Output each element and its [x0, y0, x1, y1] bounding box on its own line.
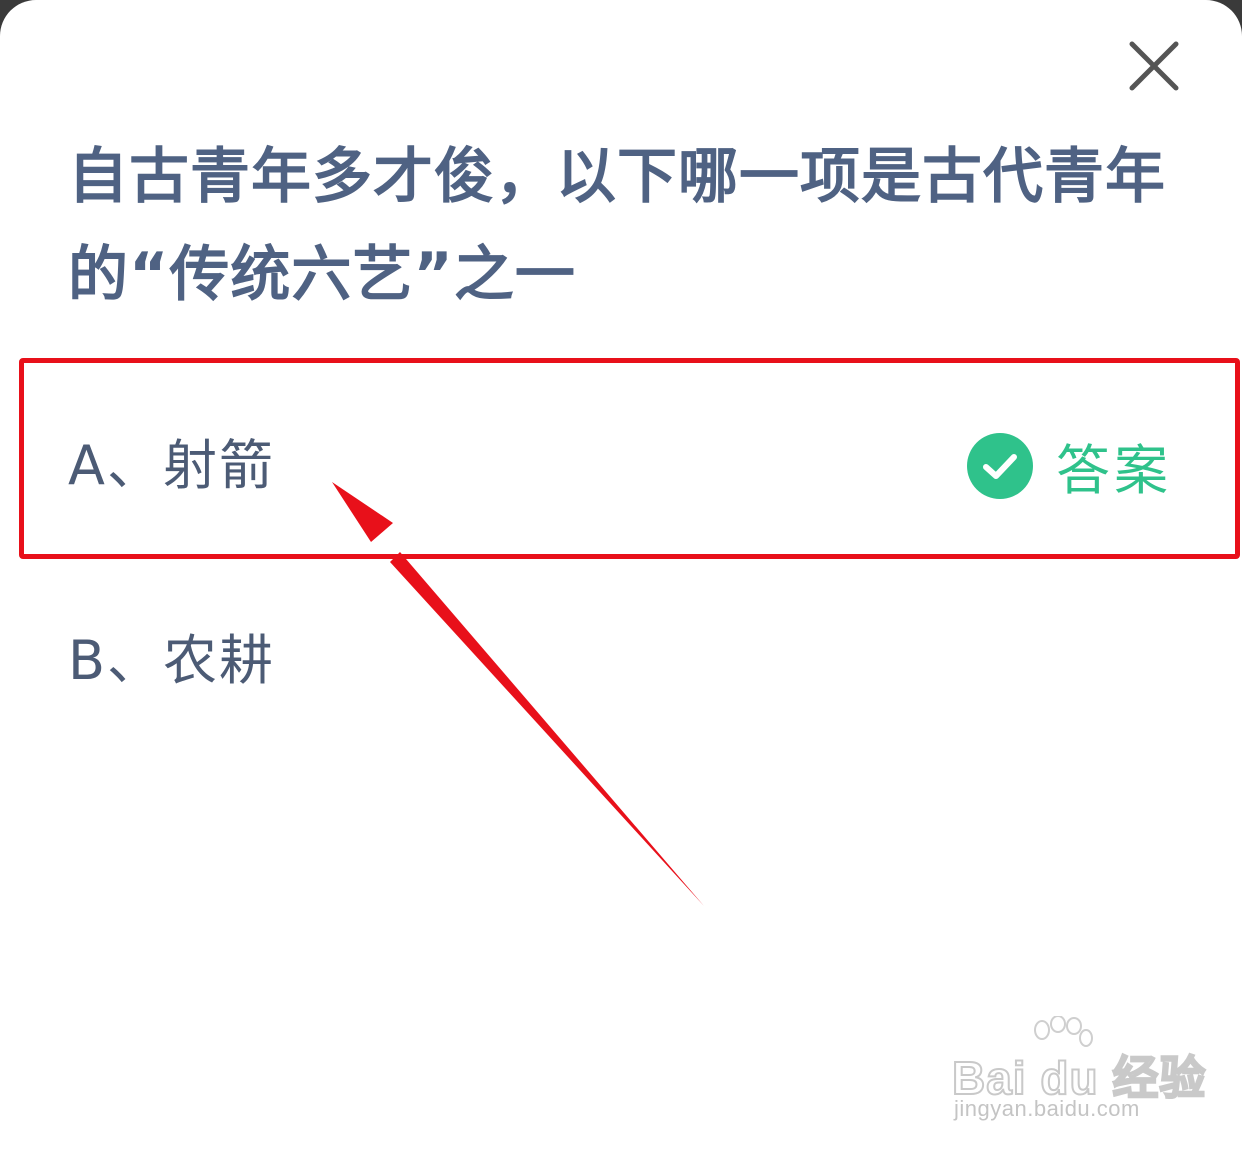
- answer-label: 答案: [1056, 439, 1172, 502]
- option-b-label: B、农耕: [68, 628, 276, 692]
- option-b[interactable]: B、农耕: [68, 615, 1178, 695]
- option-a[interactable]: A、射箭 答案: [68, 420, 1178, 502]
- baidu-jingyan-watermark: Bai du 经验 jingyan.baidu.com: [948, 1012, 1206, 1132]
- question-title: 自古青年多才俊，以下哪一项是古代青年 的“传统六艺”之一: [68, 128, 1168, 324]
- question-line-1: 自古青年多才俊，以下哪一项是古代青年: [68, 142, 1166, 212]
- question-line-2: 的“传统六艺”之一: [68, 240, 576, 310]
- answer-badge: 答案: [966, 426, 1172, 505]
- close-button[interactable]: [1118, 30, 1190, 102]
- check-circle-icon: [966, 432, 1034, 500]
- watermark-url: jingyan.baidu.com: [954, 1096, 1140, 1121]
- close-icon: [1129, 41, 1179, 91]
- question-sheet: 自古青年多才俊，以下哪一项是古代青年 的“传统六艺”之一 A、射箭 答案 B、农…: [0, 0, 1242, 1152]
- option-a-label: A、射箭: [68, 433, 275, 497]
